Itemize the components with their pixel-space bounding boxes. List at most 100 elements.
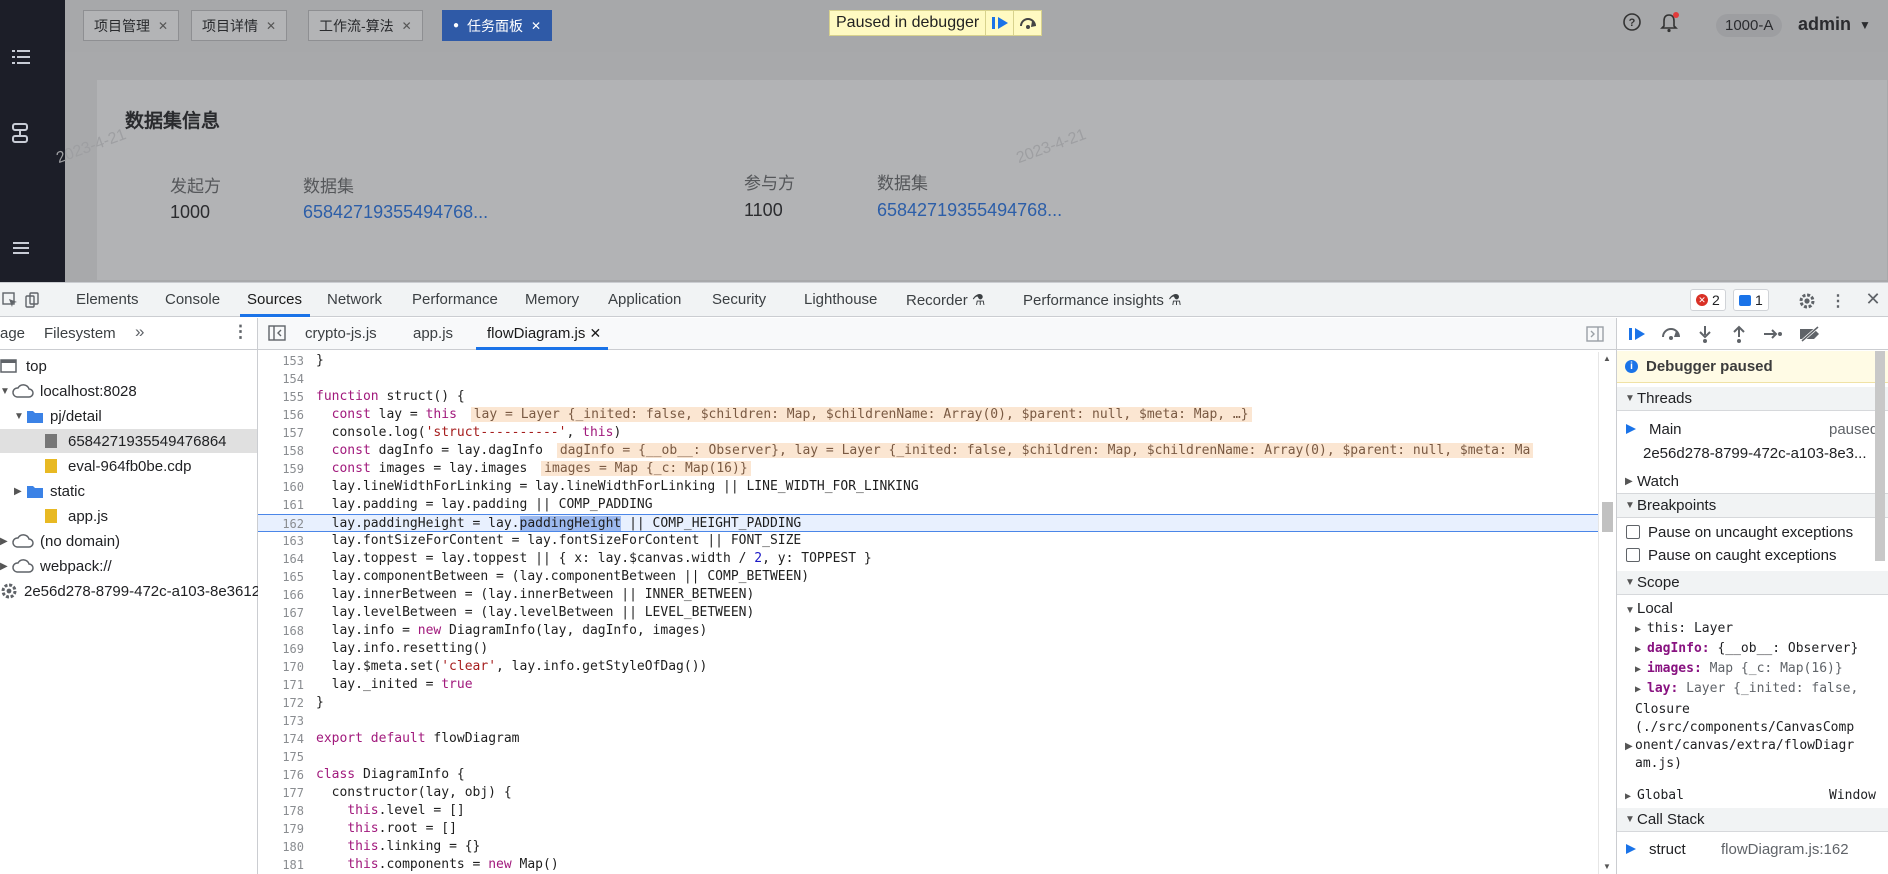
thread-main[interactable]: Main paused: [1617, 417, 1888, 441]
collapse-menu-icon[interactable]: [10, 237, 32, 259]
step-out-icon[interactable]: [1727, 324, 1751, 344]
step-over-icon[interactable]: [1659, 324, 1683, 344]
expand-triangle-icon: ▼: [1625, 577, 1635, 588]
help-icon[interactable]: ?: [1622, 12, 1642, 32]
navigator-menu-icon[interactable]: ⋮: [232, 322, 249, 342]
pause-uncaught-checkbox[interactable]: [1626, 525, 1640, 539]
resume-icon[interactable]: [1625, 324, 1649, 344]
tree-item-top[interactable]: top: [0, 354, 47, 378]
editor-tab-flowdiagram-js[interactable]: flowDiagram.js ✕: [487, 325, 601, 342]
expand-triangle-icon: ▼: [1625, 500, 1635, 511]
error-count-badge[interactable]: ✕ 2: [1690, 289, 1726, 311]
tab-project-management[interactable]: 项目管理 ✕: [83, 10, 180, 41]
section-breakpoints[interactable]: ▼ Breakpoints: [1617, 494, 1888, 518]
inspect-element-icon[interactable]: [0, 290, 20, 310]
section-watch[interactable]: ▶ Watch: [1617, 470, 1888, 494]
tree-item-document-selected[interactable]: 6584271935549476864: [0, 429, 257, 453]
editor-scrollbar[interactable]: ▲ ▼: [1598, 352, 1616, 874]
debugger-toolbar: [1617, 318, 1888, 350]
close-icon[interactable]: ✕: [158, 19, 168, 33]
tree-item-static[interactable]: ▶ static: [14, 479, 85, 503]
thread-id[interactable]: 2e56d278-8799-472c-a103-8e3...: [1643, 445, 1888, 469]
close-icon[interactable]: ✕: [531, 19, 541, 33]
pause-uncaught-option[interactable]: Pause on uncaught exceptions: [1617, 521, 1888, 543]
close-devtools-icon[interactable]: ✕: [1862, 288, 1884, 310]
scroll-thumb[interactable]: [1602, 502, 1613, 532]
pause-caught-option[interactable]: Pause on caught exceptions: [1617, 544, 1888, 566]
dataset-link[interactable]: 65842719355494768...: [303, 202, 488, 223]
list-menu-icon[interactable]: [10, 46, 32, 68]
tab-sources[interactable]: Sources: [247, 291, 302, 308]
scroll-down-icon[interactable]: ▼: [1603, 862, 1611, 871]
call-frame-struct[interactable]: struct flowDiagram.js:162: [1617, 838, 1888, 860]
tree-item-localhost[interactable]: ▼ localhost:8028: [0, 379, 137, 403]
workflow-icon[interactable]: [10, 122, 32, 144]
device-toolbar-icon[interactable]: [22, 290, 42, 310]
tab-filesystem[interactable]: Filesystem: [44, 325, 116, 342]
tree-item-worker[interactable]: 2e56d278-8799-472c-a103-8e3612: [0, 579, 260, 603]
tree-item-webpack[interactable]: ▶ webpack://: [0, 554, 112, 578]
toggle-navigator-icon[interactable]: [268, 324, 286, 345]
editor-tab-app-js[interactable]: app.js: [413, 325, 453, 342]
dataset-link[interactable]: 65842719355494768...: [877, 200, 1062, 221]
scope-var-images[interactable]: ▶ images: Map {_c: Map(16)}: [1635, 661, 1888, 676]
section-scope[interactable]: ▼ Scope: [1617, 571, 1888, 595]
tab-page[interactable]: age: [0, 325, 25, 342]
tab-performance-insights[interactable]: Performance insights ⚗: [1023, 291, 1182, 309]
resume-icon[interactable]: [985, 11, 1013, 35]
folder-icon: [27, 411, 43, 423]
message-count-badge[interactable]: 1: [1733, 289, 1769, 311]
tab-performance[interactable]: Performance: [412, 291, 498, 308]
tree-label: app.js: [68, 507, 109, 525]
tree-item-app-js[interactable]: app.js: [44, 504, 108, 528]
section-title: Call Stack: [1637, 811, 1705, 828]
scope-var-this[interactable]: ▶ this: Layer: [1635, 621, 1888, 636]
tab-task-panel[interactable]: ● 任务面板 ✕: [442, 10, 553, 41]
expand-triangle-icon: ▼: [0, 385, 10, 397]
tab-security[interactable]: Security: [712, 291, 766, 308]
close-icon[interactable]: ✕: [266, 19, 276, 33]
step-into-icon[interactable]: [1693, 324, 1717, 344]
editor-tab-crypto-js[interactable]: crypto-js.js: [305, 325, 377, 342]
org-badge[interactable]: 1000-A: [1716, 14, 1783, 37]
toggle-debugger-icon[interactable]: [1586, 325, 1604, 346]
error-count: 2: [1712, 292, 1720, 308]
section-threads[interactable]: ▼ Threads: [1617, 387, 1888, 411]
scope-global[interactable]: ▶ Global Window: [1625, 788, 1888, 803]
tree-item-eval-cdp[interactable]: eval-964fb0be.cdp: [44, 454, 191, 478]
step-icon[interactable]: [1761, 324, 1785, 344]
notification-bell-icon[interactable]: [1658, 12, 1680, 34]
tab-memory[interactable]: Memory: [525, 291, 579, 308]
section-title: Watch: [1637, 473, 1679, 490]
scope-closure[interactable]: Closure (./src/components/CanvasComp one…: [1635, 701, 1888, 773]
source-code[interactable]: 153} 154 155 function struct() { 156 cons…: [258, 352, 1598, 874]
more-tabs-icon[interactable]: »: [135, 322, 144, 342]
step-over-icon[interactable]: [1013, 11, 1041, 35]
section-title: Scope: [1637, 574, 1680, 591]
tab-project-detail[interactable]: 项目详情 ✕: [191, 10, 288, 41]
tab-workflow-algorithm[interactable]: 工作流-算法 ✕: [308, 10, 423, 41]
tab-recorder[interactable]: Recorder ⚗: [906, 291, 985, 309]
sidebar-scroll-thumb[interactable]: [1875, 351, 1885, 561]
tab-elements[interactable]: Elements: [76, 291, 139, 308]
tab-console[interactable]: Console: [165, 291, 220, 308]
line-number: 180: [282, 840, 304, 854]
scope-local[interactable]: ▼ Local: [1625, 600, 1888, 617]
section-call-stack[interactable]: ▼ Call Stack: [1617, 808, 1888, 832]
scope-var-daginfo[interactable]: ▶ dagInfo: {__ob__: Observer}: [1635, 641, 1888, 656]
deactivate-breakpoints-icon[interactable]: [1797, 324, 1823, 344]
scope-var-lay[interactable]: ▶ lay: Layer {_inited: false,: [1635, 681, 1888, 696]
close-icon[interactable]: ✕: [590, 325, 602, 341]
tab-network[interactable]: Network: [327, 291, 382, 308]
tree-item-no-domain[interactable]: ▶ (no domain): [0, 529, 120, 553]
pause-caught-checkbox[interactable]: [1626, 548, 1640, 562]
scroll-up-icon[interactable]: ▲: [1603, 354, 1611, 363]
more-options-icon[interactable]: ⋮: [1830, 290, 1846, 312]
tab-lighthouse[interactable]: Lighthouse: [804, 291, 877, 308]
paused-line[interactable]: 162 lay.paddingHeight = lay.paddingHeigh…: [258, 514, 1598, 532]
tab-application[interactable]: Application: [608, 291, 681, 308]
user-menu[interactable]: admin ▼: [1798, 14, 1871, 35]
settings-gear-icon[interactable]: [1796, 290, 1818, 312]
tree-item-pj-detail[interactable]: ▼ pj/detail: [14, 404, 102, 428]
close-icon[interactable]: ✕: [402, 19, 412, 33]
